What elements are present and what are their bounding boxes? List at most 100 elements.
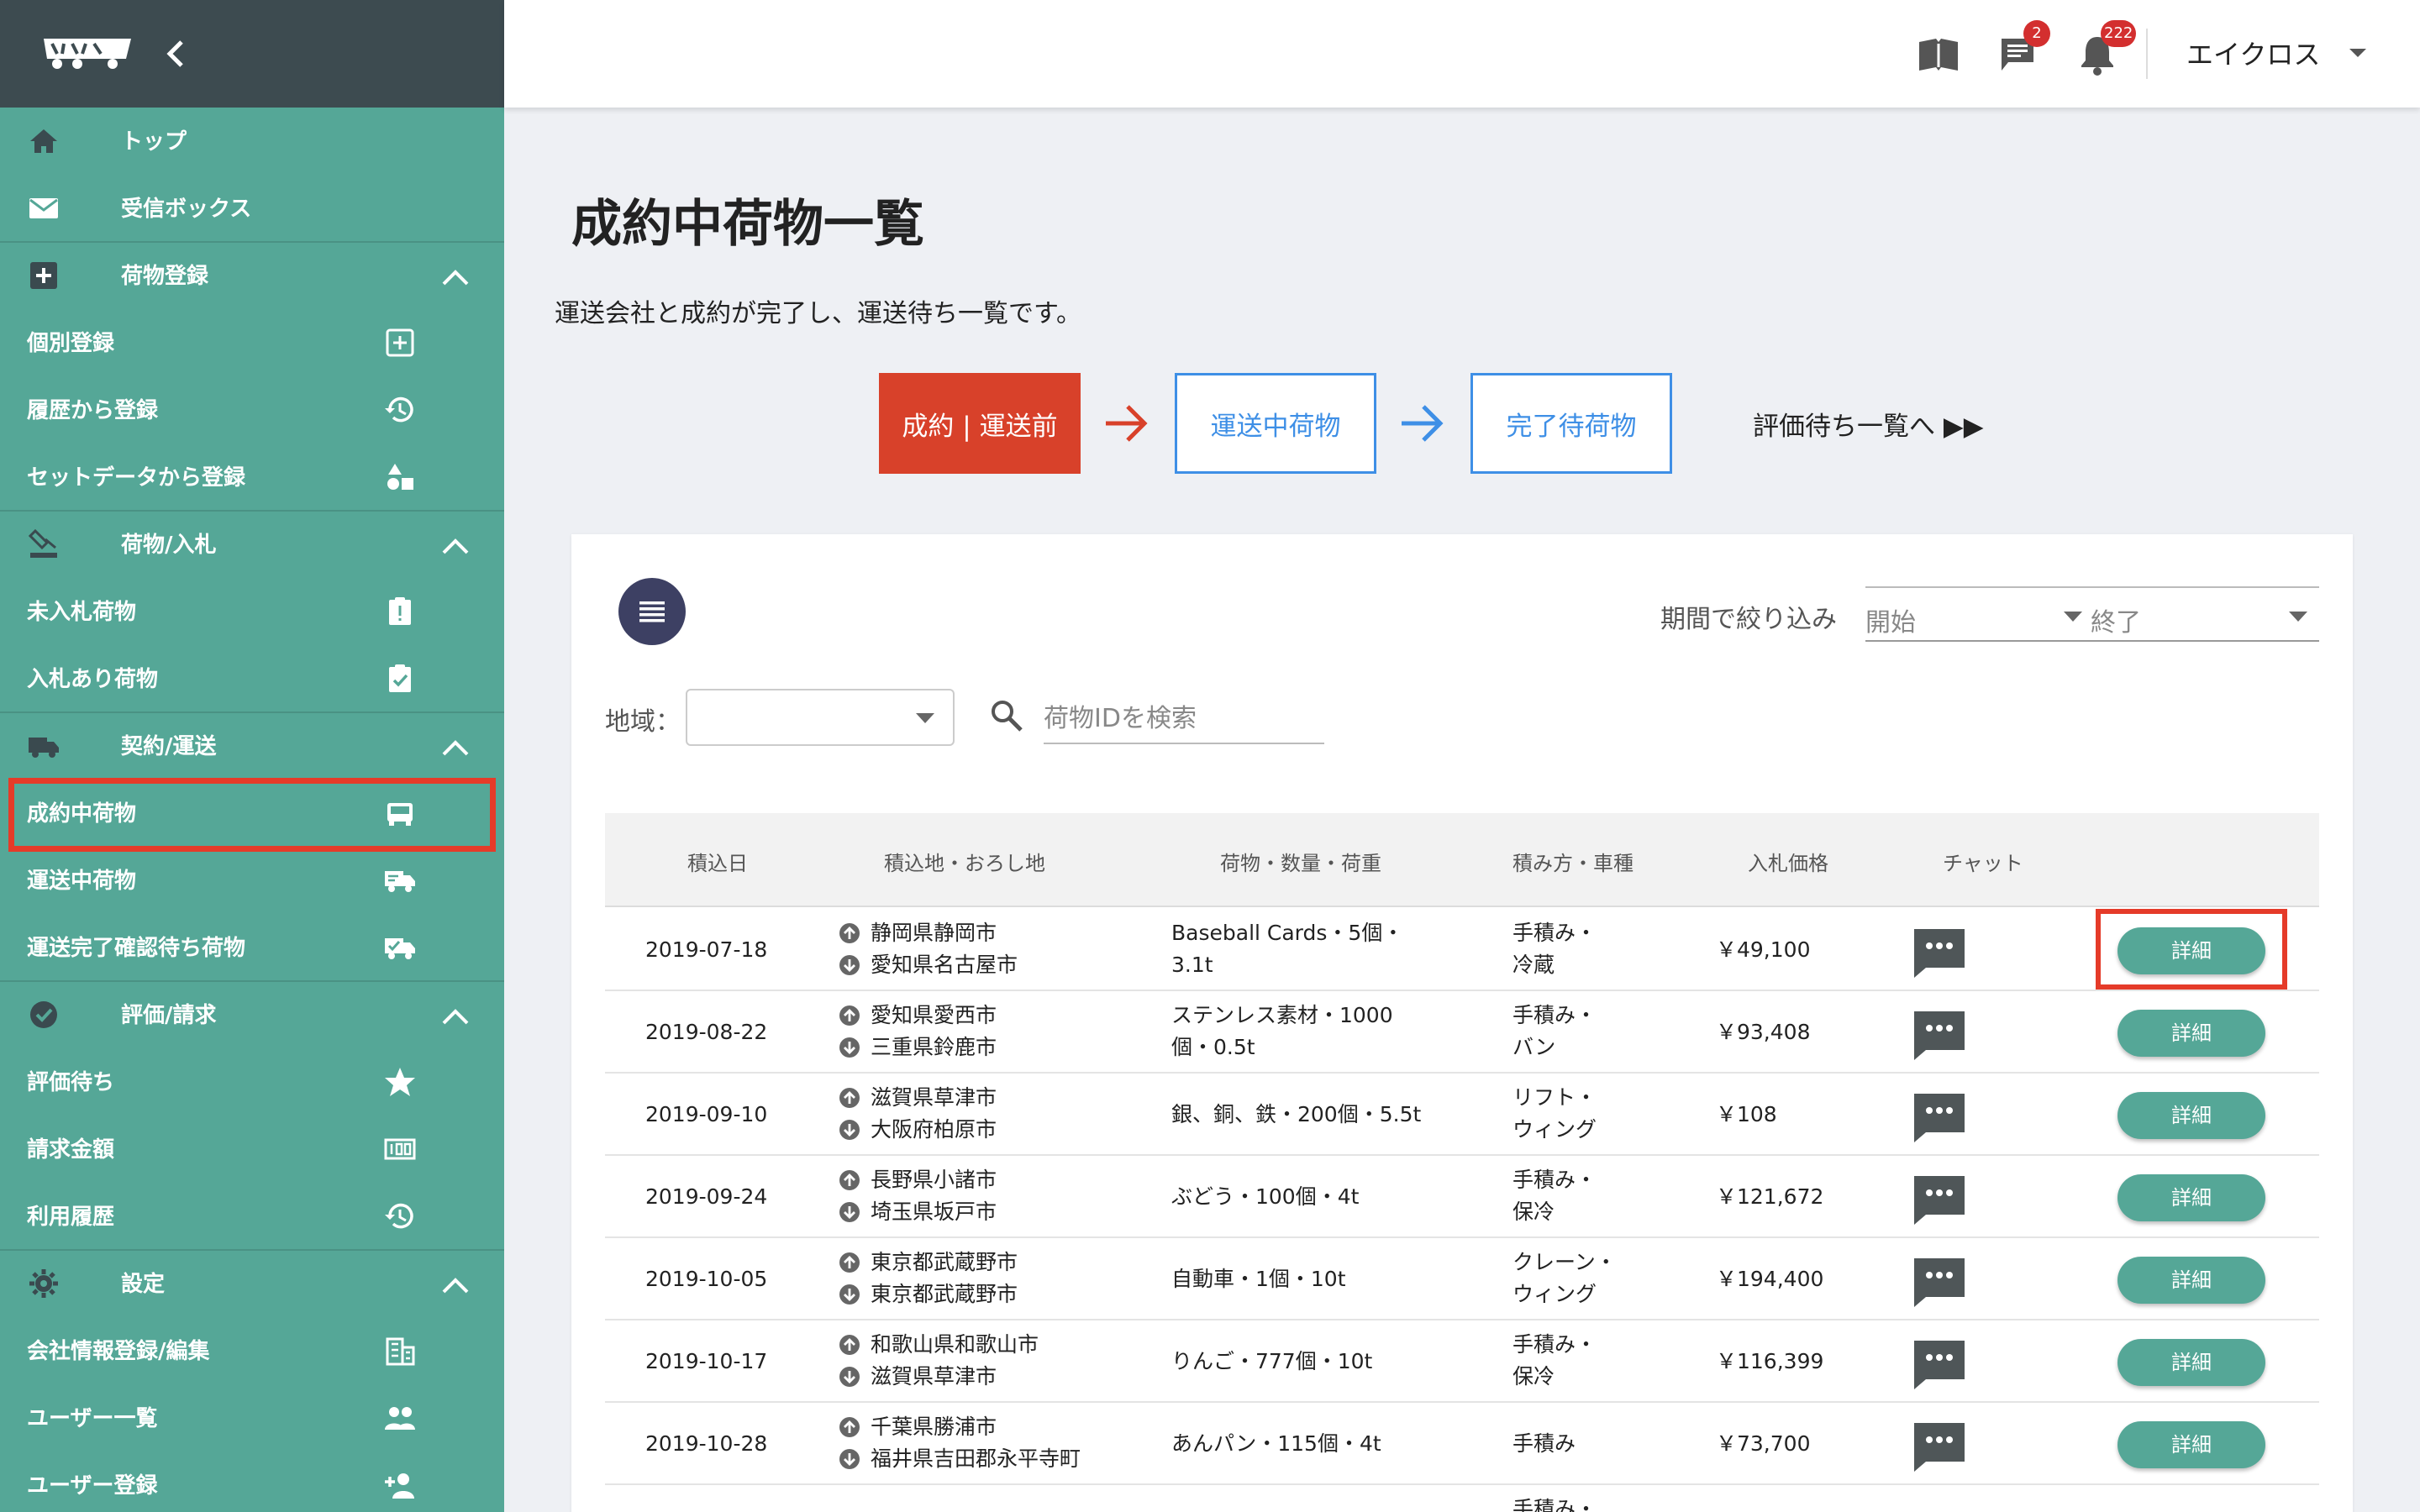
- column-header: チャット: [1943, 852, 2023, 875]
- sidebar-item[interactable]: ユーザー登録: [0, 1452, 504, 1512]
- top-bar: 2 222 エイクロス: [504, 0, 2420, 108]
- destination-text: 愛知県名古屋市: [871, 953, 1018, 977]
- bid-price: ￥49,100: [1716, 937, 1811, 962]
- origin-text: 千葉県勝浦市: [871, 1415, 997, 1439]
- cargo-line: りんご・777個・10t: [1171, 1349, 1373, 1373]
- sidebar-item-label: 契約/運送: [121, 734, 217, 759]
- origin: 長野県小諸市: [839, 1164, 997, 1196]
- chat-bubble-icon[interactable]: [1912, 1339, 1966, 1391]
- table-row: 2019-09-24 長野県小諸市 埼玉県坂戸市 ぶどう・100個・4t 手積み・ 保冷 ￥…: [605, 1156, 2319, 1238]
- destination-text: 三重県鈴鹿市: [871, 1035, 997, 1059]
- detail-button[interactable]: 詳細: [2118, 1174, 2265, 1221]
- sidebar-item-label: トップ: [121, 129, 187, 155]
- notification-badge: 222: [2101, 20, 2137, 47]
- collapse-chevron-icon[interactable]: [161, 37, 190, 71]
- sidebar-item[interactable]: 運送完了確認待ち荷物: [0, 914, 504, 981]
- sidebar-section-header[interactable]: 設定: [0, 1250, 504, 1317]
- sidebar-item[interactable]: 利用履歴: [0, 1183, 504, 1250]
- sidebar-item[interactable]: トップ: [0, 108, 504, 175]
- sidebar-section-header[interactable]: 契約/運送: [0, 712, 504, 780]
- cargo-cell: 銀、銅、鉄・200個・5.5t: [1171, 1099, 1421, 1131]
- sidebar-item[interactable]: 履歴から登録: [0, 376, 504, 444]
- user-menu-caret-icon[interactable]: [2348, 47, 2368, 59]
- review-list-link[interactable]: 評価待ち一覧へ ▶▶: [1753, 405, 1984, 443]
- chat-bubble-icon[interactable]: [1912, 927, 1966, 979]
- destination: 滋賀県草津市: [839, 1361, 1039, 1393]
- region-select[interactable]: [686, 689, 955, 746]
- history-icon: [385, 396, 413, 423]
- step-awaiting-completion[interactable]: 完了待荷物: [1470, 373, 1672, 474]
- dropdown-caret-icon: [2064, 612, 2082, 622]
- cargo-line: Baseball Cards・5個・: [1171, 921, 1404, 945]
- detail-button[interactable]: 詳細: [2118, 1339, 2265, 1386]
- loading-method-line: 手積み: [1512, 1431, 1576, 1456]
- period-end-select[interactable]: 終了: [2087, 586, 2319, 642]
- loading-method-cell: 手積み・ 冷蔵: [1512, 917, 1597, 981]
- arrow-up-circle-icon: [839, 1170, 860, 1190]
- cargo-line: あんパン・115個・4t: [1171, 1431, 1381, 1456]
- destination-text: 埼玉県坂戸市: [871, 1200, 997, 1224]
- origin-text: 愛知県愛西市: [871, 1003, 997, 1027]
- sidebar-item[interactable]: 受信ボックス: [0, 175, 504, 242]
- bid-icon: [28, 528, 57, 558]
- destination: 埼玉県坂戸市: [839, 1196, 997, 1228]
- manual-book-icon[interactable]: [1918, 37, 1960, 72]
- period-start-select[interactable]: 開始: [1865, 586, 2087, 642]
- period-start-placeholder: 開始: [1865, 608, 1916, 638]
- loading-method-cell: リフト・ ウィング: [1512, 1082, 1597, 1146]
- logo-truck-icon[interactable]: [39, 34, 136, 72]
- sidebar-item[interactable]: 入札あり荷物: [0, 645, 504, 712]
- cargo-cell: 自動車・1個・10t: [1171, 1263, 1346, 1295]
- arrow-down-circle-icon: [839, 1037, 860, 1058]
- detail-button[interactable]: 詳細: [2118, 1092, 2265, 1139]
- user-menu[interactable]: エイクロス: [2186, 34, 2320, 72]
- chevron-up-icon: [442, 1009, 469, 1025]
- destination-text: 滋賀県草津市: [871, 1364, 997, 1389]
- arrow-down-circle-icon: [839, 1120, 860, 1140]
- loading-date: 2019-09-10: [645, 1102, 768, 1126]
- destination: 東京都武蔵野市: [839, 1278, 1018, 1310]
- sidebar-item[interactable]: 評価待ち: [0, 1048, 504, 1116]
- sidebar-section-header[interactable]: 荷物/入札: [0, 511, 504, 578]
- loading-method-cell: 手積み・ 保冷: [1512, 1329, 1597, 1393]
- arrow-up-circle-icon: [839, 1005, 860, 1026]
- chat-bubble-icon[interactable]: [1912, 1257, 1966, 1309]
- page-description: 運送会社と成約が完了し、運送待ち一覧です。: [555, 299, 1081, 328]
- origin-text: 滋賀県草津市: [871, 1085, 997, 1110]
- period-end-placeholder: 終了: [2091, 608, 2141, 638]
- sidebar-item[interactable]: 未入札荷物: [0, 578, 504, 645]
- detail-button[interactable]: 詳細: [2118, 1257, 2265, 1304]
- menu-button[interactable]: [618, 578, 686, 645]
- step-in-transit[interactable]: 運送中荷物: [1175, 373, 1376, 474]
- destination-text: 東京都武蔵野市: [871, 1282, 1018, 1306]
- chat-bubble-icon[interactable]: [1912, 1421, 1966, 1473]
- sidebar-item[interactable]: 個別登録: [0, 309, 504, 376]
- search-icon: [992, 701, 1023, 732]
- step-contracted[interactable]: 成約 | 運送前: [879, 373, 1081, 474]
- detail-button[interactable]: 詳細: [2118, 1010, 2265, 1057]
- mail-icon: [29, 198, 58, 218]
- history-icon: [385, 1203, 413, 1229]
- arrow-down-circle-icon: [839, 1449, 860, 1469]
- chat-bubble-icon[interactable]: [1912, 1174, 1966, 1226]
- chat-bubble-icon[interactable]: [1912, 1010, 1966, 1062]
- cargo-id-search-input[interactable]: [1044, 694, 1324, 744]
- detail-button[interactable]: 詳細: [2118, 1421, 2265, 1468]
- sidebar-section-header[interactable]: 荷物登録: [0, 242, 504, 309]
- chat-bubble-icon[interactable]: [1912, 1092, 1966, 1144]
- sidebar-item-label: 請求金額: [27, 1137, 115, 1163]
- sidebar-item[interactable]: 請求金額: [0, 1116, 504, 1183]
- sidebar-item[interactable]: セットデータから登録: [0, 444, 504, 511]
- bid-price: ￥194,400: [1716, 1267, 1824, 1291]
- sidebar-item[interactable]: 運送中荷物: [0, 847, 504, 914]
- sidebar-item[interactable]: 会社情報登録/編集: [0, 1317, 504, 1384]
- origin: 静岡県静岡市: [839, 917, 1018, 949]
- route-cell: 滋賀県草津市 大阪府柏原市: [839, 1082, 997, 1146]
- bid-price: ￥121,672: [1716, 1184, 1824, 1209]
- top-divider: [2146, 29, 2148, 79]
- sidebar-item-label: 評価待ち: [27, 1070, 115, 1095]
- loading-date: 2019-10-05: [645, 1267, 768, 1291]
- sidebar-section-header[interactable]: 評価/請求: [0, 981, 504, 1048]
- sidebar-item[interactable]: ユーザー一覧: [0, 1384, 504, 1452]
- page-title: 成約中荷物一覧: [571, 195, 924, 254]
